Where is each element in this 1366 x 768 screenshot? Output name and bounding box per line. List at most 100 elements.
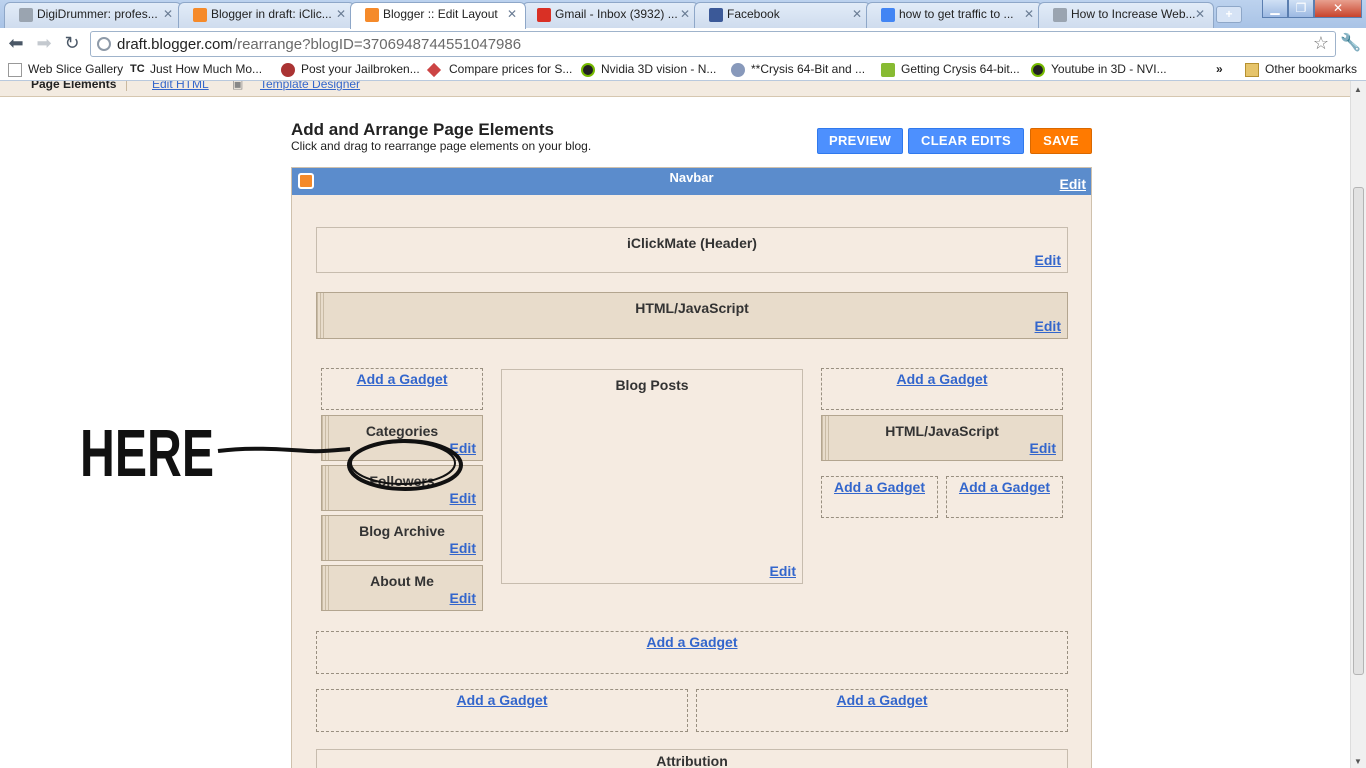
drag-handle[interactable]	[317, 293, 324, 338]
globe-icon	[97, 37, 111, 51]
preview-button[interactable]: PREVIEW	[817, 128, 903, 154]
facebook-icon	[709, 8, 723, 22]
about-me-widget[interactable]: About Me Edit	[321, 565, 483, 611]
tab-facebook[interactable]: Facebook ✕	[694, 2, 871, 28]
bookmark-just-how-much[interactable]: TC Just How Much Mo...	[130, 61, 262, 78]
forward-icon[interactable]: ➡	[33, 33, 55, 55]
add-gadget-link[interactable]: Add a Gadget	[836, 692, 927, 708]
address-bar[interactable]: draft.blogger.com/rearrange?blogID=37069…	[90, 31, 1336, 57]
chat-icon	[881, 63, 895, 77]
maximize-button[interactable]: ❐	[1288, 0, 1314, 18]
minimize-button[interactable]: ▁	[1262, 0, 1288, 18]
html-javascript-widget[interactable]: HTML/JavaScript Edit	[316, 292, 1068, 339]
clear-edits-button[interactable]: CLEAR EDITS	[908, 128, 1024, 154]
tab-gmail[interactable]: Gmail - Inbox (3932) ... ✕	[522, 2, 699, 28]
wrench-icon[interactable]: 🔧	[1340, 33, 1361, 53]
here-annotation: HERE	[80, 416, 463, 491]
nvidia-icon	[1031, 63, 1045, 77]
page-title: Add and Arrange Page Elements	[291, 120, 554, 139]
reload-icon[interactable]: ↻	[61, 33, 83, 55]
right-html-javascript-widget[interactable]: HTML/JavaScript Edit	[821, 415, 1063, 461]
browser-toolbar: ⬅ ➡ ↻ draft.blogger.com/rearrange?blogID…	[0, 28, 1366, 59]
drag-handle[interactable]	[822, 416, 829, 460]
tab-digidrummer[interactable]: DigiDrummer: profes... ✕	[4, 2, 182, 28]
save-button[interactable]: SAVE	[1030, 128, 1092, 154]
scroll-down-icon[interactable]: ▼	[1354, 757, 1362, 766]
blogger-icon	[365, 8, 379, 22]
close-window-button[interactable]: ✕	[1314, 0, 1362, 18]
close-tab-icon[interactable]: ✕	[852, 3, 862, 25]
footer-add-gadget: Add a Gadget	[316, 631, 1068, 674]
scrollbar[interactable]: ▲ ▼	[1350, 81, 1366, 768]
nvidia-icon	[581, 63, 595, 77]
add-gadget-link[interactable]: Add a Gadget	[646, 634, 737, 650]
right-split-add-gadget-left: Add a Gadget	[821, 476, 938, 518]
tag-icon	[426, 62, 442, 78]
new-tab-button[interactable]: +	[1216, 6, 1242, 23]
navbar-edit-link[interactable]: Edit	[1060, 176, 1086, 192]
footer-right-add-gadget: Add a Gadget	[696, 689, 1068, 732]
add-gadget-link[interactable]: Add a Gadget	[356, 371, 447, 387]
tab-edit-html[interactable]: Edit HTML	[152, 81, 209, 91]
google-icon	[881, 8, 895, 22]
tab-template-designer[interactable]: Template Designer	[260, 81, 360, 91]
close-tab-icon[interactable]: ✕	[680, 3, 690, 25]
close-tab-icon[interactable]: ✕	[336, 3, 346, 25]
close-tab-icon[interactable]: ✕	[1024, 3, 1034, 25]
close-tab-icon[interactable]: ✕	[1195, 3, 1205, 25]
tab-page-elements[interactable]: Page Elements	[31, 81, 128, 91]
drag-handle[interactable]	[322, 566, 329, 610]
circle-annotation	[350, 441, 456, 485]
tab-increase-web[interactable]: How to Increase Web... ✕	[1038, 2, 1214, 28]
right-split-add-gadget-right: Add a Gadget	[946, 476, 1063, 518]
bookmark-getting-crysis[interactable]: Getting Crysis 64-bit...	[881, 61, 1020, 78]
gmail-icon	[537, 8, 551, 22]
scroll-up-icon[interactable]: ▲	[1354, 85, 1362, 94]
close-tab-icon[interactable]: ✕	[163, 3, 173, 25]
page-subtitle: Click and drag to rearrange page element…	[291, 139, 592, 153]
header-widget[interactable]: iClickMate (Header) Edit	[316, 227, 1068, 273]
add-gadget-link[interactable]: Add a Gadget	[834, 479, 925, 495]
tab-edit-layout[interactable]: Blogger :: Edit Layout ✕	[350, 2, 526, 29]
blog-archive-edit-link[interactable]: Edit	[450, 540, 476, 556]
close-tab-icon[interactable]: ✕	[507, 3, 517, 25]
other-bookmarks[interactable]: Other bookmarks	[1245, 61, 1357, 78]
tab-blogger-draft[interactable]: Blogger in draft: iClic... ✕	[178, 2, 355, 28]
right-html-javascript-edit-link[interactable]: Edit	[1030, 440, 1056, 456]
chevron-right-icon[interactable]: »	[1216, 61, 1223, 78]
crysis-icon	[731, 63, 745, 77]
bookmark-jailbroken[interactable]: Post your Jailbroken...	[281, 61, 420, 78]
url-text[interactable]: draft.blogger.com/rearrange?blogID=37069…	[117, 36, 521, 53]
tab-google-search[interactable]: how to get traffic to ... ✕	[866, 2, 1043, 28]
add-gadget-link[interactable]: Add a Gadget	[896, 371, 987, 387]
blog-posts-widget[interactable]: Blog Posts Edit	[501, 369, 803, 584]
left-sidebar-add-gadget: Add a Gadget	[321, 368, 483, 410]
blogger-icon	[193, 8, 207, 22]
folder-icon	[1245, 63, 1259, 77]
page-icon	[19, 8, 33, 22]
page-tabs-bar: Page Elements Edit HTML ▣ Template Desig…	[0, 81, 1350, 97]
about-me-edit-link[interactable]: Edit	[450, 590, 476, 606]
bookmark-compare-prices[interactable]: Compare prices for S...	[426, 61, 572, 78]
add-gadget-link[interactable]: Add a Gadget	[959, 479, 1050, 495]
bookmark-youtube-3d[interactable]: Youtube in 3D - NVI...	[1031, 61, 1167, 78]
navbar-widget[interactable]: Navbar Edit	[292, 168, 1091, 195]
header-edit-link[interactable]: Edit	[1035, 252, 1061, 268]
bookmarks-bar: Web Slice Gallery TC Just How Much Mo... …	[0, 59, 1366, 81]
bookmark-crysis-64[interactable]: **Crysis 64-Bit and ...	[731, 61, 865, 78]
back-icon[interactable]: ⬅	[5, 33, 27, 55]
scroll-thumb[interactable]	[1353, 187, 1364, 675]
attribution-widget[interactable]: Attribution	[316, 749, 1068, 768]
blog-archive-widget[interactable]: Blog Archive Edit	[321, 515, 483, 561]
tab-strip: DigiDrummer: profes... ✕ Blogger in draft…	[0, 0, 1366, 29]
here-annotation-text: HERE	[80, 416, 214, 491]
bookmark-star-icon[interactable]: ☆	[1313, 33, 1329, 54]
page-content: Page Elements Edit HTML ▣ Template Desig…	[0, 81, 1350, 768]
add-gadget-link[interactable]: Add a Gadget	[456, 692, 547, 708]
drag-handle[interactable]	[322, 516, 329, 560]
bookmark-web-slice[interactable]: Web Slice Gallery	[8, 61, 123, 78]
right-sidebar-add-gadget: Add a Gadget	[821, 368, 1063, 410]
bookmark-nvidia-3d[interactable]: Nvidia 3D vision - N...	[581, 61, 716, 78]
html-javascript-edit-link[interactable]: Edit	[1035, 318, 1061, 334]
blog-posts-edit-link[interactable]: Edit	[770, 563, 796, 579]
